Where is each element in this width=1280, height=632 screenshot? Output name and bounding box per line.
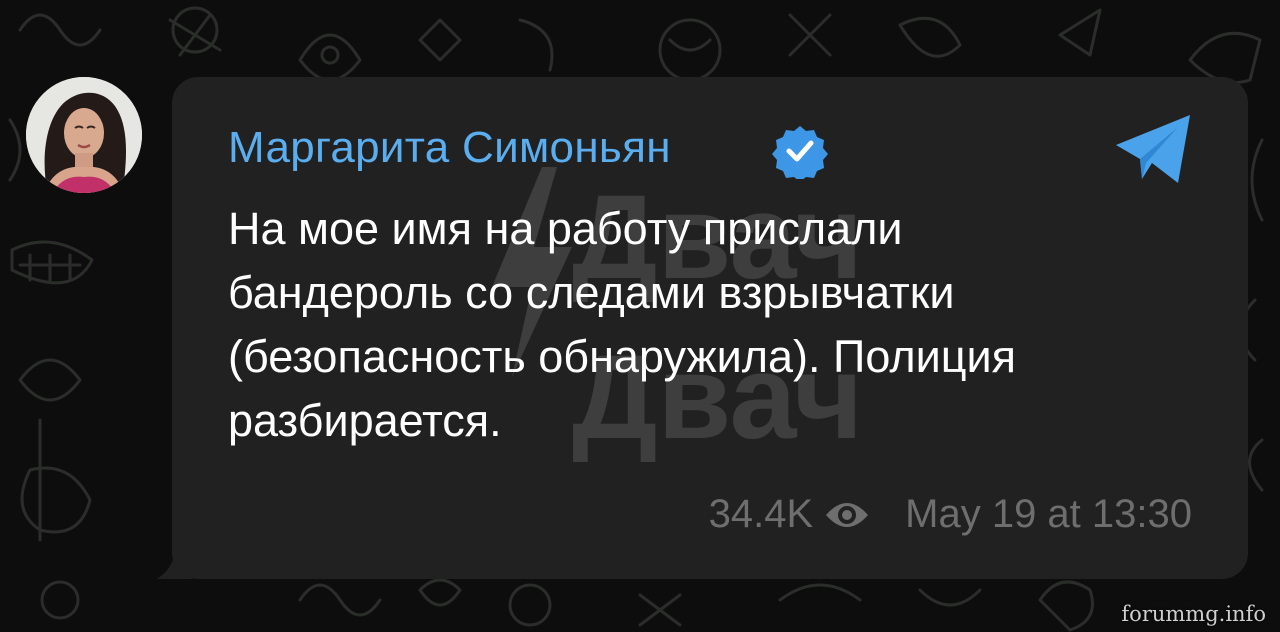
telegram-post-screenshot: Двач Двач Маргарита Симоньян На мое имя … (0, 0, 1280, 632)
eye-icon (826, 502, 869, 527)
post-footer: 34.4K May 19 at 13:30 (709, 492, 1192, 537)
post-text: На мое имя на работу прислали бандероль … (228, 203, 1017, 446)
site-watermark: forummg.info (1121, 602, 1266, 626)
view-count: 34.4K (708, 492, 814, 536)
channel-avatar[interactable] (26, 77, 142, 193)
user-avatar-icon (26, 77, 142, 193)
message-bubble[interactable]: Двач Двач Маргарита Симоньян На мое имя … (172, 77, 1248, 579)
channel-name[interactable]: Маргарита Симоньян (228, 123, 671, 173)
post-timestamp: May 19 at 13:30 (905, 492, 1192, 536)
telegram-icon[interactable] (1112, 113, 1194, 185)
verified-badge-icon (772, 126, 828, 179)
